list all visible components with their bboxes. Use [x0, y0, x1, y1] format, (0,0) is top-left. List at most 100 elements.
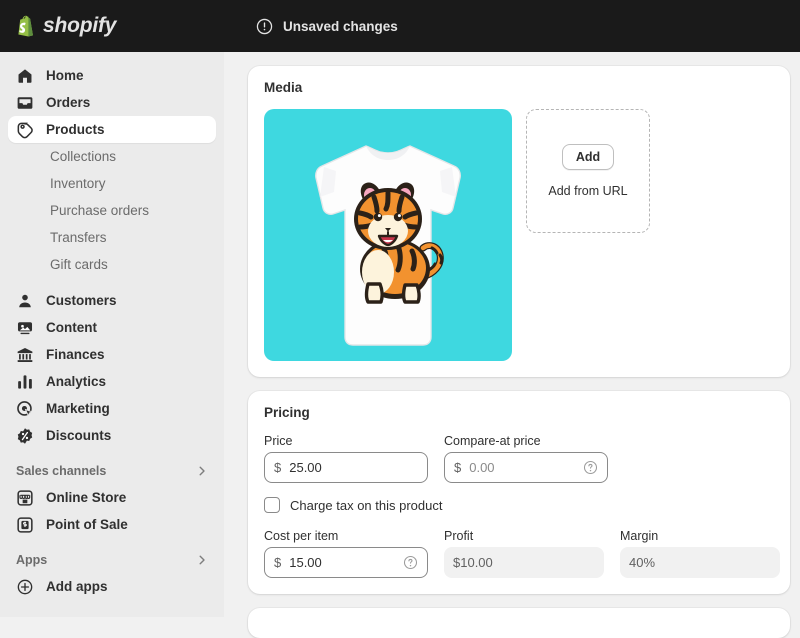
sidebar-divider-gap-2 — [8, 449, 216, 458]
next-card-partial — [248, 608, 790, 638]
brand-name: shopify — [43, 14, 117, 37]
customers-person-icon — [16, 292, 34, 310]
price-field-group: Price $ 25.00 — [264, 434, 428, 483]
sidebar-item-content[interactable]: Content — [8, 314, 216, 341]
cost-per-item-value: 15.00 — [289, 555, 322, 570]
point-of-sale-icon — [16, 516, 34, 534]
sidebar-item-collections[interactable]: Collections — [8, 143, 216, 170]
sidebar-item-analytics[interactable]: Analytics — [8, 368, 216, 395]
sidebar-item-marketing[interactable]: Marketing — [8, 395, 216, 422]
margin-value: 40% — [629, 555, 656, 570]
products-tag-icon — [16, 121, 34, 139]
sidebar-item-orders[interactable]: Orders — [8, 89, 216, 116]
sidebar-item-label: Products — [46, 122, 105, 137]
cost-row: Cost per item $ 15.00 Profit $10.00 Marg… — [264, 529, 780, 578]
sidebar-section-apps[interactable]: Apps — [8, 547, 216, 573]
sidebar: Home Orders Products Collections Invento… — [0, 52, 224, 617]
sidebar-item-finances[interactable]: Finances — [8, 341, 216, 368]
margin-value-box: 40% — [620, 547, 780, 578]
sidebar-item-customers[interactable]: Customers — [8, 287, 216, 314]
sidebar-item-label: Analytics — [46, 374, 107, 389]
orders-inbox-icon — [16, 94, 34, 112]
sidebar-divider-gap-3 — [8, 538, 216, 547]
sidebar-item-products[interactable]: Products — [8, 116, 216, 143]
discounts-badge-icon — [16, 427, 34, 445]
media-row: Add Add from URL — [264, 109, 774, 361]
sidebar-item-inventory[interactable]: Inventory — [8, 170, 216, 197]
top-bar: shopify Unsaved changes — [0, 0, 800, 52]
sidebar-section-title: Apps — [16, 553, 48, 567]
sidebar-item-label: Orders — [46, 95, 91, 110]
compare-at-price-label: Compare-at price — [444, 434, 541, 448]
cost-per-item-input[interactable]: $ 15.00 — [264, 547, 428, 578]
tshirt-tiger-image — [315, 145, 461, 346]
media-card-title: Media — [264, 80, 303, 95]
compare-at-price-value: 0.00 — [469, 460, 495, 475]
sidebar-item-label: Customers — [46, 293, 117, 308]
sidebar-item-label: Finances — [46, 347, 105, 362]
sidebar-item-transfers[interactable]: Transfers — [8, 224, 216, 251]
sidebar-item-label: Collections — [50, 149, 117, 164]
charge-tax-label: Charge tax on this product — [290, 497, 443, 513]
sidebar-item-home[interactable]: Home — [8, 62, 216, 89]
sidebar-item-label: Content — [46, 320, 97, 335]
help-circle-icon[interactable] — [403, 555, 418, 570]
sidebar-section-title: Sales channels — [16, 464, 107, 478]
add-circle-icon — [16, 578, 34, 596]
profit-value-box: $10.00 — [444, 547, 604, 578]
online-store-icon — [16, 489, 34, 507]
sidebar-item-label: Purchase orders — [50, 203, 150, 218]
sidebar-item-add-apps[interactable]: Add apps — [8, 573, 216, 600]
sidebar-item-gift-cards[interactable]: Gift cards — [8, 251, 216, 278]
compare-at-price-field-group: Compare-at price $ 0.00 — [444, 434, 608, 483]
sidebar-divider-gap — [8, 278, 216, 287]
sidebar-item-label: Gift cards — [50, 257, 108, 272]
product-image-thumbnail[interactable] — [264, 109, 512, 361]
sidebar-item-label: Online Store — [46, 490, 127, 505]
analytics-bars-icon — [16, 373, 34, 391]
shopify-logo[interactable]: shopify — [0, 14, 224, 38]
pricing-card-title: Pricing — [264, 405, 310, 420]
media-dropzone[interactable]: Add Add from URL — [526, 109, 650, 233]
currency-symbol: $ — [274, 555, 282, 570]
chevron-right-icon — [199, 555, 205, 565]
margin-label: Margin — [620, 529, 659, 543]
marketing-target-icon — [16, 400, 34, 418]
sidebar-item-label: Inventory — [50, 176, 106, 191]
cost-per-item-field-group: Cost per item $ 15.00 — [264, 529, 428, 578]
profit-value: $10.00 — [453, 555, 493, 570]
sidebar-item-label: Add apps — [46, 579, 108, 594]
sidebar-item-purchase-orders[interactable]: Purchase orders — [8, 197, 216, 224]
pricing-card: Pricing Price $ 25.00 Compare-at price $… — [248, 391, 790, 594]
charge-tax-row[interactable]: Charge tax on this product — [264, 497, 774, 513]
compare-at-price-input[interactable]: $ 0.00 — [444, 452, 608, 483]
price-value: 25.00 — [289, 460, 322, 475]
profit-field-group: Profit $10.00 — [444, 529, 604, 578]
add-media-button[interactable]: Add — [561, 144, 615, 170]
home-icon — [16, 67, 34, 85]
main-content: Media Add Add from URL Pricing Price $ 2… — [224, 52, 800, 638]
help-circle-icon[interactable] — [583, 460, 598, 475]
sidebar-item-label: Home — [46, 68, 84, 83]
chevron-right-icon — [199, 466, 205, 476]
currency-symbol: $ — [274, 460, 282, 475]
media-card: Media Add Add from URL — [248, 66, 790, 377]
sidebar-item-discounts[interactable]: Discounts — [8, 422, 216, 449]
sidebar-item-label: Discounts — [46, 428, 112, 443]
currency-symbol: $ — [454, 460, 462, 475]
shopify-bag-icon — [18, 15, 33, 37]
alert-circle-icon — [256, 18, 273, 34]
cost-per-item-label: Cost per item — [264, 529, 339, 543]
add-from-url-link[interactable]: Add from URL — [548, 184, 627, 198]
price-input[interactable]: $ 25.00 — [264, 452, 428, 483]
sidebar-item-online-store[interactable]: Online Store — [8, 484, 216, 511]
sidebar-section-sales-channels[interactable]: Sales channels — [8, 458, 216, 484]
price-row: Price $ 25.00 Compare-at price $ 0.00 — [264, 434, 774, 483]
sidebar-item-point-of-sale[interactable]: Point of Sale — [8, 511, 216, 538]
price-label: Price — [264, 434, 293, 448]
content-media-icon — [16, 319, 34, 337]
unsaved-changes-indicator: Unsaved changes — [256, 18, 398, 35]
sidebar-item-label: Marketing — [46, 401, 110, 416]
charge-tax-checkbox[interactable] — [264, 497, 280, 513]
profit-label: Profit — [444, 529, 474, 543]
